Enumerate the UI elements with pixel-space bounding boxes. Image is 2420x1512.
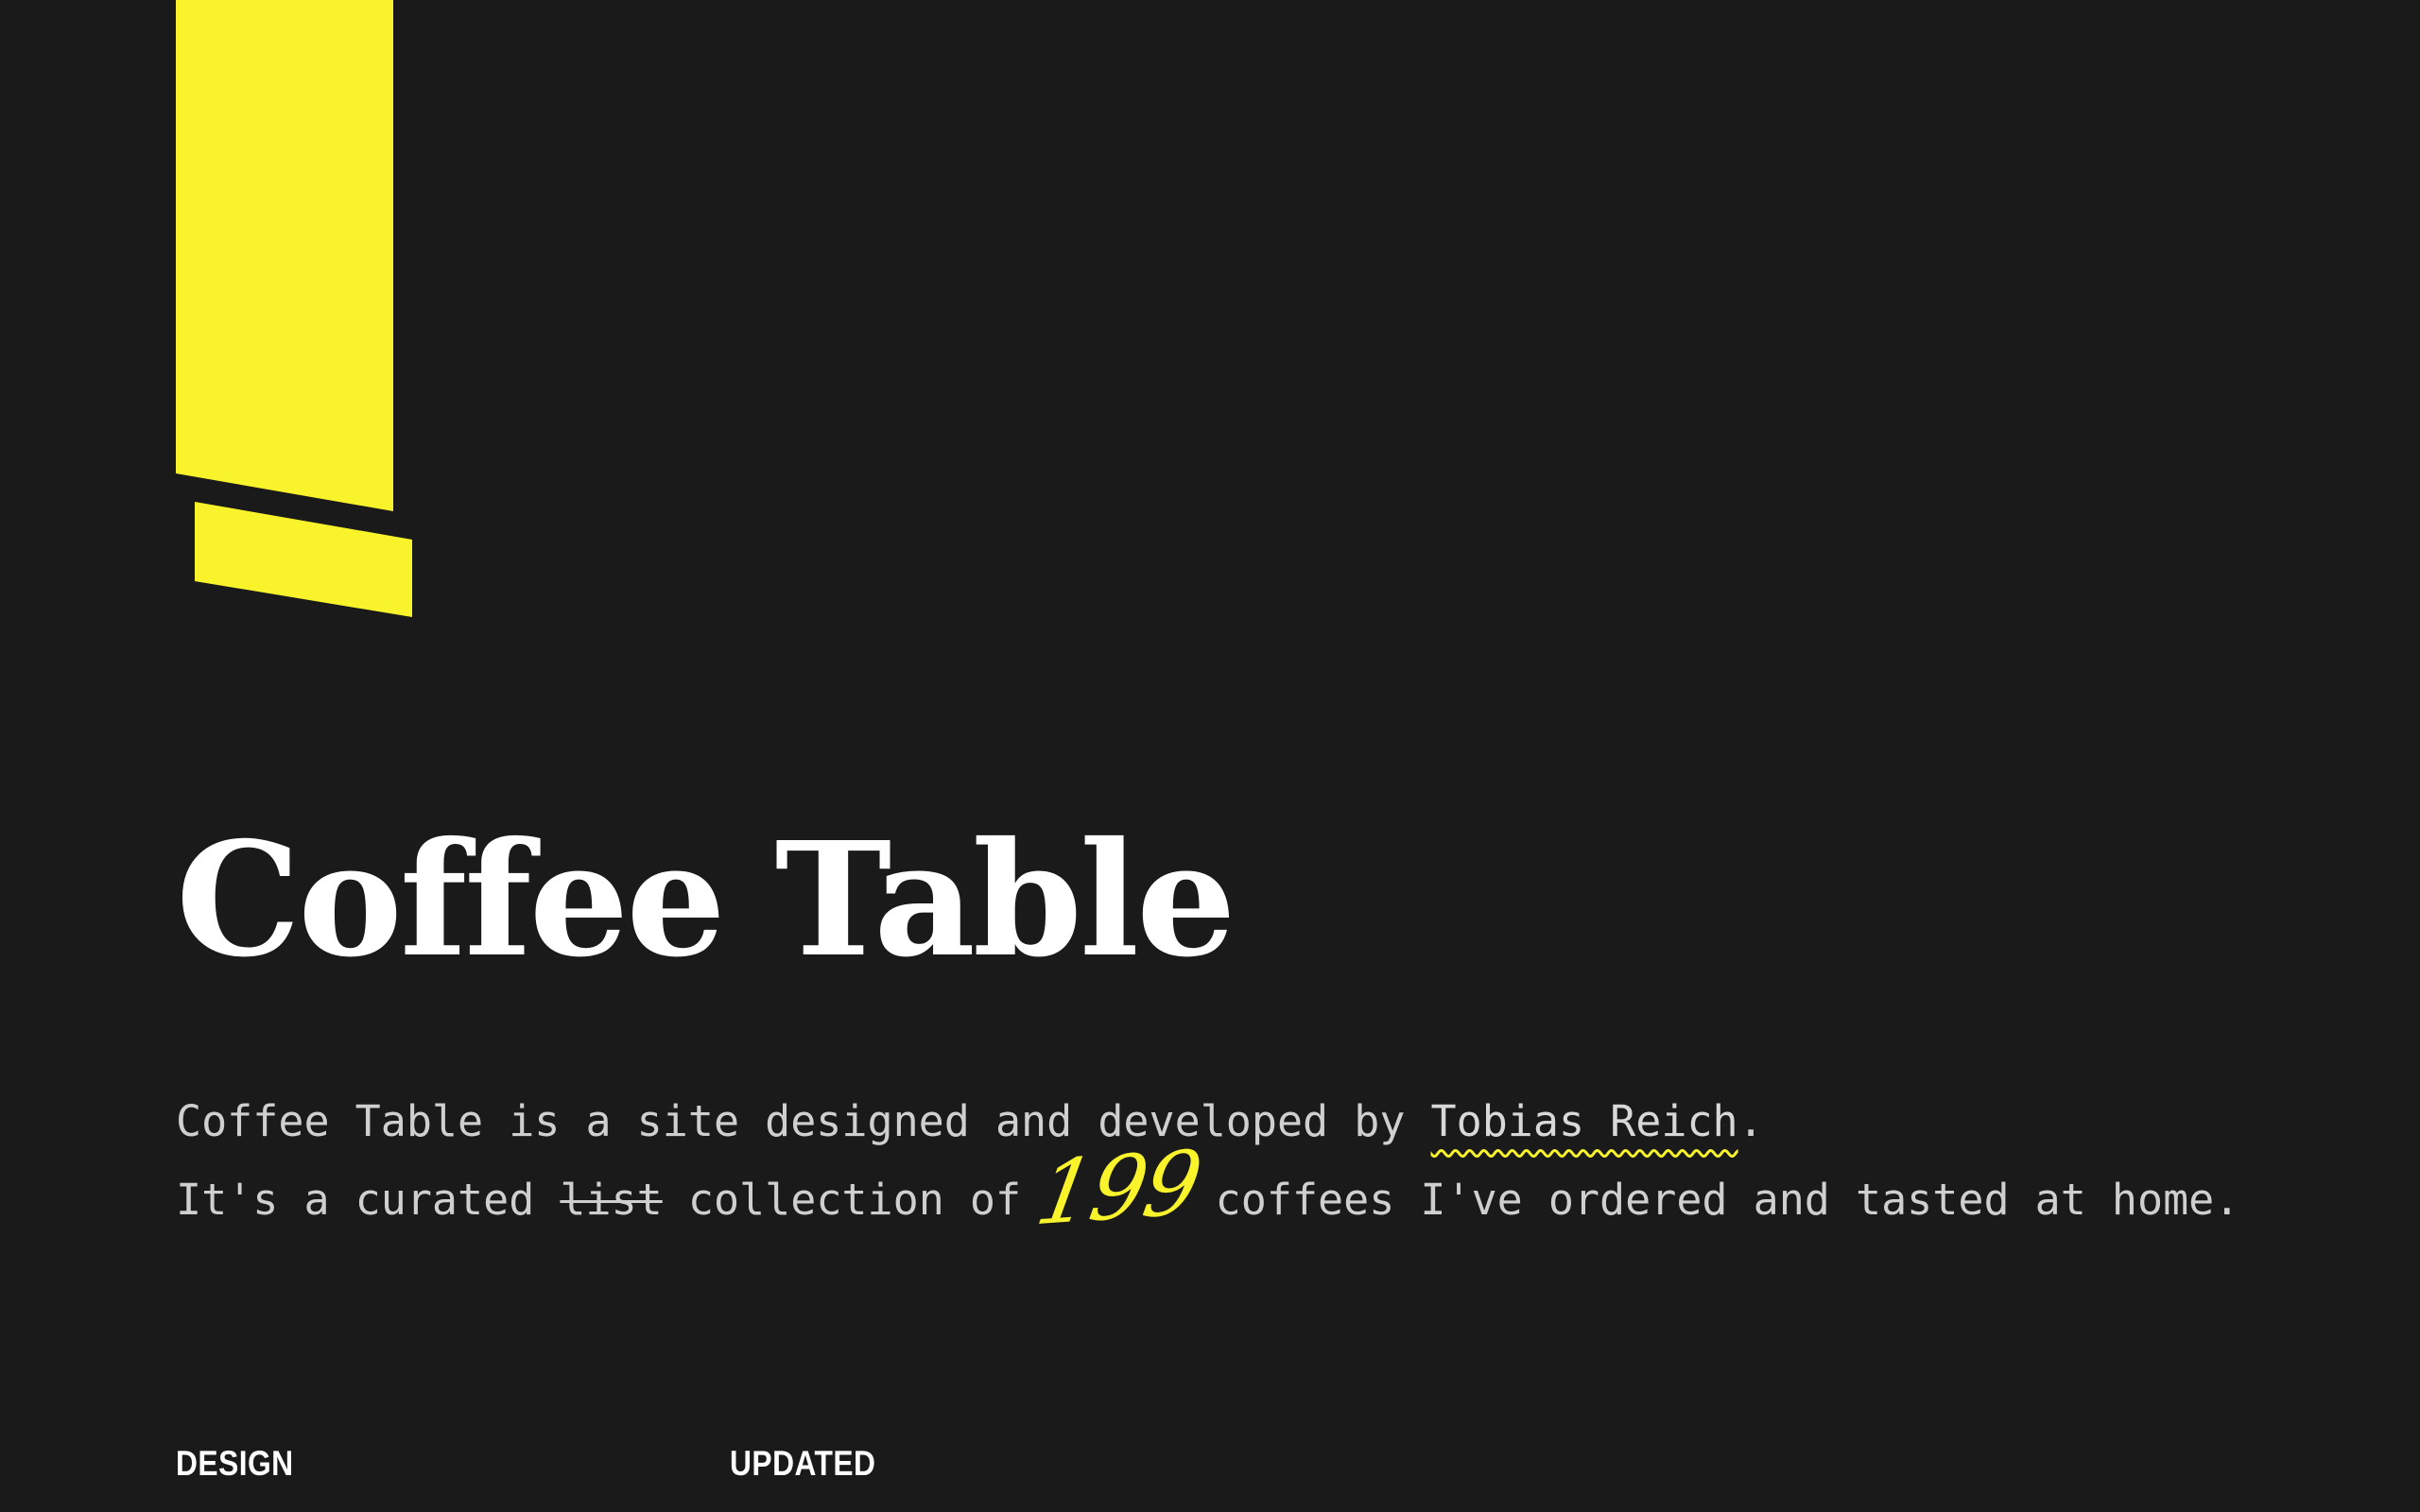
intro-text: Coffee Table is a site designed and deve… [176, 1085, 2293, 1246]
design-label: DESIGN [176, 1444, 294, 1483]
author-link[interactable]: Tobias Reich [1431, 1096, 1738, 1146]
coffee-count: 199 [1028, 1131, 1208, 1246]
yellow-bar-logo-icon [176, 0, 412, 617]
intro-line-1-prefix: Coffee Table is a site designed and deve… [176, 1096, 1431, 1146]
page-title: Coffee Table [176, 808, 1236, 992]
intro-line-2-suffix: coffees I've ordered and tasted at home. [1215, 1175, 2240, 1225]
intro-line-2: It's a curated list collection of199 coff… [176, 1131, 2293, 1245]
intro-line-1-suffix: . [1737, 1096, 1764, 1146]
updated-label: UPDATED [730, 1444, 876, 1483]
intro-line-2-prefix: It's a curated [176, 1175, 561, 1225]
intro-line-2-middle: collection of [662, 1175, 1022, 1225]
struck-word: list [560, 1175, 663, 1225]
intro-line-1: Coffee Table is a site designed and deve… [176, 1085, 2293, 1159]
